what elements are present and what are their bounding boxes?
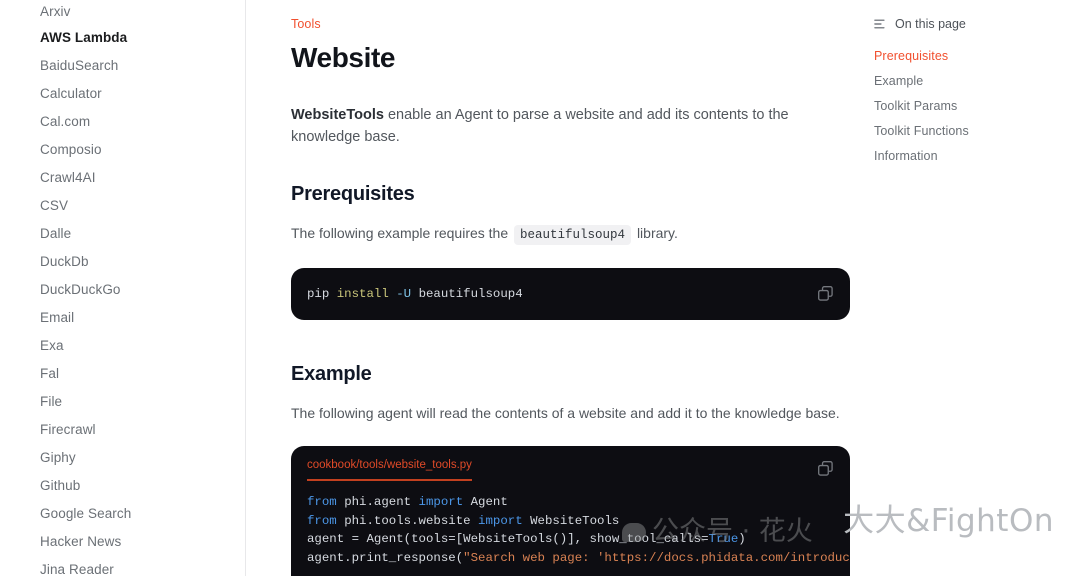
code-token: phi.tools.website — [344, 513, 479, 528]
sidebar-item-file[interactable]: File — [40, 388, 245, 416]
code-token: ) — [738, 532, 746, 546]
shell-subcmd: install — [336, 287, 389, 301]
page-title: Website — [291, 42, 396, 73]
toc-item-information[interactable]: Information — [874, 144, 1080, 169]
sidebar-item-aws-lambda[interactable]: AWS Lambda — [40, 24, 245, 52]
sp1 — [329, 287, 336, 301]
page-intro-text: WebsiteTools enable an Agent to parse a … — [291, 104, 861, 148]
sidebar-item-duckdb[interactable]: DuckDb — [40, 248, 245, 276]
breadcrumb[interactable]: Tools — [291, 16, 864, 32]
python-code-block: cookbook/tools/website_tools.py from phi… — [291, 446, 850, 576]
code-token: agent = Agent(tools=[WebsiteTools()], sh… — [307, 532, 709, 546]
on-this-page-nav: On this page Prerequisites Example Toolkit… — [864, 0, 1080, 576]
on-this-page-header: On this page — [874, 16, 1080, 32]
code-token: import — [478, 513, 531, 528]
sidebar-item-cal-com[interactable]: Cal.com — [40, 108, 245, 136]
sidebar-item-exa[interactable]: Exa — [40, 332, 245, 360]
list-icon — [874, 19, 885, 29]
sidebar-item-email[interactable]: Email — [40, 304, 245, 332]
prereq-text-after: library. — [636, 225, 678, 241]
copy-icon[interactable] — [817, 460, 834, 477]
code-token: import — [418, 495, 471, 509]
sidebar-item-giphy[interactable]: Giphy — [40, 444, 245, 472]
python-code-inner: from phi.agent import Agent from phi.tool… — [291, 472, 850, 567]
shell-code-line: pip install -U beautifulsoup4 — [307, 285, 850, 304]
inline-code-beautifulsoup4: beautifulsoup4 — [514, 225, 632, 245]
sidebar-item-calculator[interactable]: Calculator — [40, 80, 245, 108]
code-token: Agent — [470, 495, 508, 509]
sidebar-item-arxiv[interactable]: Arxiv — [40, 0, 245, 24]
sidebar-item-composio[interactable]: Composio — [40, 136, 245, 164]
sidebar-item-csv[interactable]: CSV — [40, 192, 245, 220]
code-token: from — [307, 495, 345, 509]
on-this-page-list: Prerequisites Example Toolkit Params Toolki… — [874, 44, 1080, 169]
sidebar-item-fal[interactable]: Fal — [40, 360, 245, 388]
sidebar-navigation: Arxiv AWS Lambda BaiduSearch Calculator Cal.… — [0, 0, 246, 576]
on-this-page-title: On this page — [895, 17, 966, 31]
code-token: phi.agent — [344, 495, 419, 509]
shell-code-block: pip install -U beautifulsoup4 — [291, 268, 850, 320]
code-line: agent = Agent(tools=[WebsiteTools()], sh… — [307, 530, 850, 549]
sidebar-item-hacker-news[interactable]: Hacker News — [40, 528, 245, 556]
code-line: from phi.agent import Agent — [307, 493, 850, 512]
sidebar-item-list: Arxiv AWS Lambda BaiduSearch Calculator Cal.… — [0, 0, 245, 576]
sidebar-item-dalle[interactable]: Dalle — [40, 220, 245, 248]
toc-item-toolkit-functions[interactable]: Toolkit Functions — [874, 119, 1080, 144]
shell-cmd: pip — [307, 287, 330, 301]
shell-code-inner: pip install -U beautifulsoup4 — [291, 268, 850, 304]
code-line: from phi.tools.website import WebsiteToo… — [307, 512, 850, 531]
example-paragraph: The following agent will read the conten… — [291, 405, 840, 421]
prerequisites-paragraph: The following example requires the beaut… — [291, 223, 864, 246]
code-token: agent.print_response( — [307, 550, 464, 565]
sidebar-item-github[interactable]: Github — [40, 472, 245, 500]
toc-item-example[interactable]: Example — [874, 69, 1080, 94]
sidebar-item-crawl4ai[interactable]: Crawl4AI — [40, 164, 245, 192]
toc-item-prerequisites[interactable]: Prerequisites — [874, 44, 1080, 69]
page-intro-strong: WebsiteTools — [291, 107, 384, 123]
sidebar-item-baidusearch[interactable]: BaiduSearch — [40, 52, 245, 80]
code-line: agent.print_response("Search web page: '… — [307, 549, 850, 568]
sidebar-item-google-search[interactable]: Google Search — [40, 500, 245, 528]
code-token: "Search web page: 'https://docs.phidata.… — [463, 550, 850, 565]
sidebar-item-firecrawl[interactable]: Firecrawl — [40, 416, 245, 444]
code-token: True — [708, 532, 739, 546]
prerequisites-heading: Prerequisites — [291, 183, 415, 205]
prereq-text-before: The following example requires the — [291, 225, 509, 241]
code-token: from — [307, 513, 345, 528]
sidebar-item-duckduckgo[interactable]: DuckDuckGo — [40, 276, 245, 304]
example-heading: Example — [291, 363, 372, 385]
shell-package: beautifulsoup4 — [418, 287, 523, 301]
code-filename-tab[interactable]: cookbook/tools/website_tools.py — [307, 458, 472, 481]
sp3 — [411, 287, 418, 301]
code-token: WebsiteTools — [530, 513, 620, 528]
documentation-page: Arxiv AWS Lambda BaiduSearch Calculator Cal.… — [0, 0, 1080, 576]
main-content: Tools Website WebsiteTools enable an Age… — [246, 0, 864, 576]
toc-item-toolkit-params[interactable]: Toolkit Params — [874, 94, 1080, 119]
sidebar-item-jina-reader[interactable]: Jina Reader — [40, 556, 245, 576]
code-block-tabbar: cookbook/tools/website_tools.py — [291, 446, 850, 481]
copy-icon[interactable] — [817, 285, 834, 302]
shell-flag: -U — [396, 287, 412, 301]
